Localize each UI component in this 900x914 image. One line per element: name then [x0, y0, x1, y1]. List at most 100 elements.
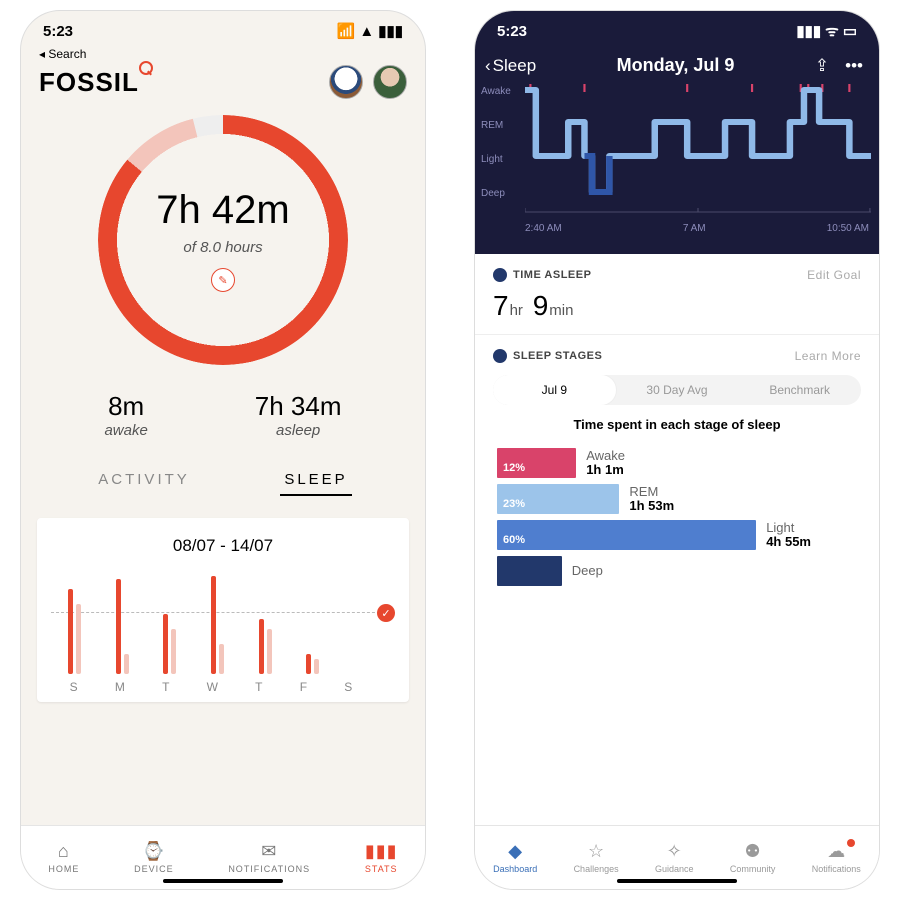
date-range: 08/07 - 14/07	[51, 536, 395, 556]
fossil-phone: 5:23 📶 ▲ ▮▮▮ ◂ Search FOSSIL 7h 42m of 8…	[20, 10, 426, 890]
sleep-stage-chart[interactable]: Awake REM Light Deep	[475, 84, 879, 254]
seg-benchmark[interactable]: Benchmark	[738, 375, 861, 405]
signal-icon: ▮▮▮	[796, 22, 821, 40]
wifi-icon: ▲	[359, 23, 374, 40]
stage-bar-row: Deep	[497, 556, 857, 586]
segment-control: Jul 9 30 Day Avg Benchmark	[493, 375, 861, 405]
battery-icon: ▭	[843, 22, 857, 40]
day-label: T	[162, 680, 169, 694]
ylabel-awake: Awake	[481, 86, 511, 97]
home-icon: ⌂	[58, 841, 70, 862]
edit-goal-link[interactable]: Edit Goal	[807, 268, 861, 282]
day-col	[259, 574, 272, 674]
status-time: 5:23	[43, 23, 73, 40]
clock-icon	[493, 268, 507, 282]
nav-bar: ‹Sleep Monday, Jul 9 ⇪ •••	[475, 51, 879, 84]
sleep-progress-ring: 7h 42m of 8.0 hours ✎	[98, 115, 348, 365]
nav-home[interactable]: ⌂HOME	[48, 841, 79, 874]
more-icon[interactable]: •••	[845, 56, 863, 76]
dashboard-icon: ◆	[508, 841, 522, 862]
brand-logo: FOSSIL	[39, 67, 139, 98]
asleep-value: 7h 34m	[255, 391, 342, 422]
tab-activity[interactable]: ACTIVITY	[94, 465, 194, 496]
asleep-label: asleep	[255, 422, 342, 439]
device-avatar[interactable]	[329, 65, 363, 99]
q-icon	[139, 61, 153, 75]
day-col	[68, 574, 81, 674]
people-icon: ⚉	[745, 841, 761, 862]
wifi-icon: ᯤ	[825, 21, 839, 41]
stage-bar-label: Awake1h 1m	[586, 449, 625, 478]
sleep-goal-text: of 8.0 hours	[183, 239, 262, 256]
awake-label: awake	[104, 422, 147, 439]
watch-icon: ⌚	[142, 841, 165, 862]
nav-device[interactable]: ⌚DEVICE	[134, 841, 174, 874]
day-label: W	[207, 680, 218, 694]
stats-icon: ▮▮▮	[365, 841, 398, 862]
nav-dashboard[interactable]: ◆Dashboard	[493, 841, 537, 874]
stage-bar-label: Deep	[572, 564, 603, 578]
status-bar: 5:23 📶 ▲ ▮▮▮	[21, 11, 425, 51]
nav-notifications[interactable]: ✉NOTIFICATIONS	[228, 841, 310, 874]
page-title: Monday, Jul 9	[617, 55, 735, 76]
day-col	[211, 574, 224, 674]
time-asleep-card: TIME ASLEEP Edit Goal 7hr 9min	[475, 254, 879, 335]
week-chart: ✓ SMTWTFS	[51, 574, 395, 694]
stage-bar-row: 60%Light4h 55m	[497, 520, 857, 550]
chat-icon: ✉	[261, 841, 277, 862]
stage-bar-label: REM1h 53m	[629, 485, 674, 514]
nav-guidance[interactable]: ✧Guidance	[655, 841, 694, 874]
nav-notifications[interactable]: ☁Notifications	[812, 841, 861, 874]
seg-today[interactable]: Jul 9	[493, 375, 616, 405]
battery-icon: ▮▮▮	[378, 22, 403, 40]
top-bar: FOSSIL	[21, 61, 425, 99]
status-right: ▮▮▮ ᯤ ▭	[796, 21, 857, 41]
stage-bar-row: 23% REM1h 53m	[497, 484, 857, 514]
seg-30day[interactable]: 30 Day Avg	[616, 375, 739, 405]
nav-challenges[interactable]: ☆Challenges	[574, 841, 619, 874]
sleep-stages-heading: SLEEP STAGES	[513, 350, 602, 362]
day-col	[306, 574, 319, 674]
star-icon: ☆	[588, 841, 604, 862]
moon-icon	[493, 349, 507, 363]
stage-bar: 23%	[497, 484, 619, 514]
home-indicator[interactable]	[617, 879, 737, 883]
day-label: S	[70, 680, 78, 694]
sleep-total: 7h 42m	[156, 188, 289, 233]
tab-sleep[interactable]: SLEEP	[280, 465, 351, 496]
week-card[interactable]: 08/07 - 14/07 ✓ SMTWTFS	[37, 518, 409, 702]
ylabel-deep: Deep	[481, 188, 505, 199]
xaxis-end: 10:50 AM	[827, 223, 869, 234]
nav-stats[interactable]: ▮▮▮STATS	[365, 841, 398, 874]
day-label: F	[300, 680, 307, 694]
awake-stat: 8m awake	[104, 391, 147, 439]
day-col	[116, 574, 129, 674]
stage-bar-label: Light4h 55m	[766, 521, 811, 550]
day-label: S	[344, 680, 352, 694]
xaxis-mid: 7 AM	[683, 223, 706, 234]
status-time: 5:23	[497, 23, 527, 40]
ylabel-rem: REM	[481, 120, 503, 131]
edit-goal-button[interactable]: ✎	[211, 268, 235, 292]
stage-bar	[497, 556, 562, 586]
stage-line	[525, 84, 871, 214]
back-button[interactable]: ‹Sleep	[485, 56, 536, 76]
awake-value: 8m	[104, 391, 147, 422]
back-to-search[interactable]: ◂ Search	[21, 47, 425, 61]
sleep-stages-card: SLEEP STAGES Learn More Jul 9 30 Day Avg…	[475, 335, 879, 598]
goal-check-icon: ✓	[377, 604, 395, 622]
asleep-stat: 7h 34m asleep	[255, 391, 342, 439]
home-indicator[interactable]	[163, 879, 283, 883]
profile-avatar[interactable]	[373, 65, 407, 99]
xaxis-start: 2:40 AM	[525, 223, 562, 234]
share-icon[interactable]: ⇪	[815, 56, 829, 76]
ylabel-light: Light	[481, 154, 503, 165]
stage-subtitle: Time spent in each stage of sleep	[493, 417, 861, 432]
status-bar: 5:23 ▮▮▮ ᯤ ▭	[475, 11, 879, 51]
day-label: M	[115, 680, 125, 694]
nav-community[interactable]: ⚉Community	[730, 841, 776, 874]
learn-more-link[interactable]: Learn More	[795, 349, 861, 363]
compass-icon: ✧	[667, 841, 682, 862]
fitbit-phone: 5:23 ▮▮▮ ᯤ ▭ ‹Sleep Monday, Jul 9 ⇪ ••• …	[474, 10, 880, 890]
status-right: 📶 ▲ ▮▮▮	[337, 22, 403, 40]
